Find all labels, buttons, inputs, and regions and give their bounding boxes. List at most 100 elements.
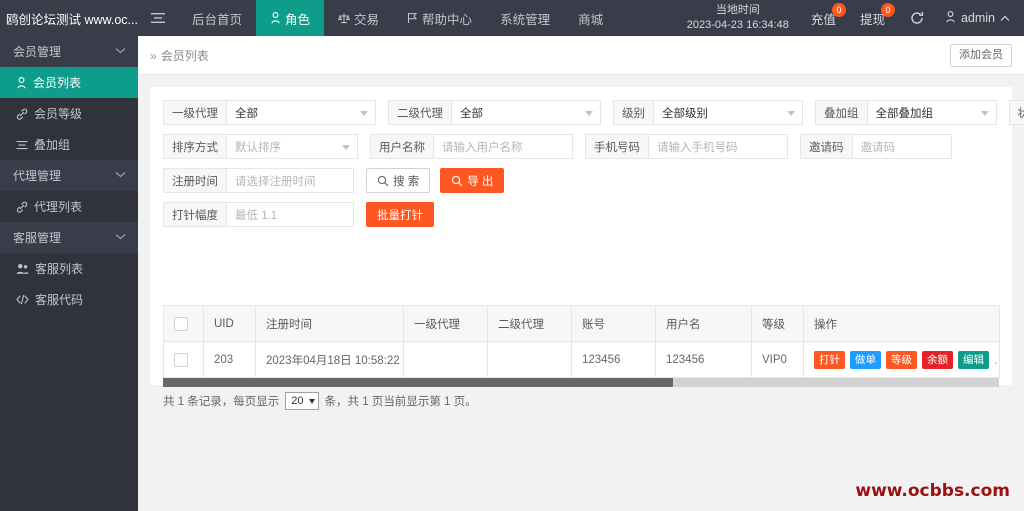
user-menu[interactable]: admin bbox=[937, 0, 1024, 36]
filter-sort-select[interactable]: 默认排序 bbox=[226, 134, 358, 159]
table-header-row: UID 注册时间 一级代理 二级代理 账号 用户名 等级 操作 bbox=[163, 305, 1000, 342]
column-actions[interactable]: 操作 bbox=[803, 305, 1000, 342]
chevron-down-icon bbox=[308, 398, 315, 404]
filter-overlay-group-select[interactable]: 全部叠加组 bbox=[866, 100, 997, 125]
select-all-cell[interactable] bbox=[163, 305, 204, 342]
filter-invite-code: 邀请码 邀请码 bbox=[800, 134, 952, 159]
app-root: 鸥创论坛测试 www.oc... 后台首页 角色 交易 帮助中心 系统管理 商城… bbox=[0, 0, 1024, 511]
nav-item-role[interactable]: 角色 bbox=[256, 0, 325, 36]
sidebar-item-overlay-group[interactable]: 叠加组 bbox=[0, 129, 138, 160]
cell-agent2 bbox=[487, 341, 572, 378]
filter-level-label: 级别 bbox=[613, 100, 653, 125]
sidebar-item-member-list[interactable]: 会员列表 bbox=[0, 67, 138, 98]
filter-status: 状态 所有状态 bbox=[1008, 100, 1024, 125]
nav-item-trade[interactable]: 交易 bbox=[324, 0, 393, 36]
filter-level-select[interactable]: 全部级别 bbox=[653, 100, 803, 125]
column-agent1[interactable]: 一级代理 bbox=[403, 305, 488, 342]
table-scroll-thumb[interactable] bbox=[163, 378, 673, 387]
hamburger-icon[interactable] bbox=[138, 0, 178, 36]
main-content: » 会员列表 添加会员 一级代理 全部 二级代理 全部 级别 全部级别 叠加组 … bbox=[138, 36, 1024, 511]
table-horizontal-scrollbar[interactable] bbox=[163, 378, 999, 387]
add-member-button[interactable]: 添加会员 bbox=[950, 44, 1012, 67]
column-account[interactable]: 账号 bbox=[571, 305, 656, 342]
pagination-prefix: 共 1 条记录，每页显示 bbox=[163, 396, 280, 408]
row-select-cell[interactable] bbox=[163, 341, 204, 378]
recharge-button[interactable]: 充值 0 bbox=[799, 0, 848, 36]
action-level-button[interactable]: 等级 bbox=[886, 350, 917, 369]
export-button[interactable]: 导 出 bbox=[440, 168, 505, 193]
page-size-value: 20 bbox=[291, 395, 304, 407]
top-nav-items: 后台首页 角色 交易 帮助中心 系统管理 商城 bbox=[178, 0, 617, 36]
filter-overlay-group: 叠加组 全部叠加组 bbox=[815, 100, 997, 125]
nav-item-help[interactable]: 帮助中心 bbox=[393, 0, 486, 36]
filter-reg-time-input[interactable]: 请选择注册时间 bbox=[226, 168, 354, 193]
action-more-button[interactable]: ... bbox=[994, 353, 999, 367]
filter-phone-label: 手机号码 bbox=[585, 134, 648, 159]
refresh-icon[interactable] bbox=[897, 0, 937, 36]
action-make-order-button[interactable]: 做单 bbox=[850, 350, 881, 369]
top-navigation-bar: 鸥创论坛测试 www.oc... 后台首页 角色 交易 帮助中心 系统管理 商城… bbox=[0, 0, 1024, 36]
sidebar-item-support-list[interactable]: 客服列表 bbox=[0, 253, 138, 284]
sidebar-item-agent-list[interactable]: 代理列表 bbox=[0, 191, 138, 222]
breadcrumb-arrow: » bbox=[150, 48, 157, 63]
breadcrumb-text: 会员列表 bbox=[160, 48, 209, 63]
batch-injection-button[interactable]: 批量打针 bbox=[366, 202, 434, 227]
search-button[interactable]: 搜 索 bbox=[366, 168, 431, 193]
column-username[interactable]: 用户名 bbox=[655, 305, 752, 342]
filter-sort-label: 排序方式 bbox=[163, 134, 226, 159]
cell-actions: 打针做单等级余额编辑... bbox=[803, 341, 1000, 378]
nav-item-home[interactable]: 后台首页 bbox=[178, 0, 256, 36]
sidebar-group-support[interactable]: 客服管理 bbox=[0, 222, 138, 253]
filter-level: 级别 全部级别 bbox=[613, 100, 803, 125]
filter-row-3: 注册时间 请选择注册时间 搜 索 导 出 bbox=[163, 168, 1012, 193]
filter-agent1-select[interactable]: 全部 bbox=[226, 100, 376, 125]
filter-reg-time-label: 注册时间 bbox=[163, 168, 226, 193]
filter-row-2: 排序方式 默认排序 用户名称 请输入用户名称 手机号码 请输入手机号码 邀请码 … bbox=[163, 134, 1012, 159]
list-icon bbox=[16, 139, 28, 151]
filter-username-input[interactable]: 请输入用户名称 bbox=[433, 134, 573, 159]
table-row[interactable]: 203 2023年04月18日 10:58:22 123456 123456 V… bbox=[163, 341, 1000, 378]
search-icon bbox=[377, 175, 389, 187]
sidebar-group-member-label: 会员管理 bbox=[13, 45, 62, 59]
column-reg-time[interactable]: 注册时间 bbox=[255, 305, 404, 342]
action-balance-button[interactable]: 余额 bbox=[922, 350, 953, 369]
filter-sort-value: 默认排序 bbox=[235, 141, 281, 154]
batch-injection-button-label: 批量打针 bbox=[377, 209, 423, 222]
sidebar-item-member-level[interactable]: 会员等级 bbox=[0, 98, 138, 129]
chevron-down-icon bbox=[980, 110, 989, 116]
withdraw-badge: 0 bbox=[880, 3, 895, 17]
filter-form: 一级代理 全部 二级代理 全部 级别 全部级别 叠加组 全部叠加组 状 排序方式… bbox=[150, 87, 1024, 227]
sidebar-group-agent[interactable]: 代理管理 bbox=[0, 160, 138, 191]
nav-item-shop[interactable]: 商城 bbox=[564, 0, 617, 36]
sidebar-item-support-code[interactable]: 客服代码 bbox=[0, 284, 138, 315]
page-size-select[interactable]: 20 bbox=[285, 392, 319, 410]
chevron-down-icon bbox=[342, 144, 350, 150]
column-agent2[interactable]: 二级代理 bbox=[487, 305, 572, 342]
export-button-label: 导 出 bbox=[467, 175, 494, 188]
sidebar-item-member-list-label: 会员列表 bbox=[33, 76, 82, 90]
filter-row-4: 打针幅度 最低 1.1 批量打针 bbox=[163, 202, 1012, 227]
filter-phone-input[interactable]: 请输入手机号码 bbox=[648, 134, 788, 159]
search-button-label: 搜 索 bbox=[393, 175, 420, 188]
watermark: www.ocbbs.com bbox=[855, 481, 1010, 501]
sidebar-group-member[interactable]: 会员管理 bbox=[0, 36, 138, 67]
filter-agent2-select[interactable]: 全部 bbox=[451, 100, 601, 125]
brand-title: 鸥创论坛测试 www.oc... bbox=[6, 12, 138, 27]
filter-injection-range-input[interactable]: 最低 1.1 bbox=[226, 202, 354, 227]
action-edit-button[interactable]: 编辑 bbox=[958, 350, 989, 369]
filter-injection-range-label: 打针幅度 bbox=[163, 202, 226, 227]
row-checkbox[interactable] bbox=[174, 352, 188, 367]
local-time-label: 当地时间 bbox=[715, 4, 760, 17]
withdraw-button[interactable]: 提现 0 bbox=[848, 0, 897, 36]
filter-overlay-group-value: 全部叠加组 bbox=[875, 107, 934, 120]
filter-row-1: 一级代理 全部 二级代理 全部 级别 全部级别 叠加组 全部叠加组 状 bbox=[163, 100, 1024, 125]
cell-agent1 bbox=[403, 341, 488, 378]
column-level[interactable]: 等级 bbox=[751, 305, 804, 342]
nav-item-system[interactable]: 系统管理 bbox=[486, 0, 564, 36]
action-injection-button[interactable]: 打针 bbox=[814, 350, 845, 369]
column-uid[interactable]: UID bbox=[203, 305, 256, 342]
member-list-panel: 一级代理 全部 二级代理 全部 级别 全部级别 叠加组 全部叠加组 状 排序方式… bbox=[150, 87, 1024, 410]
select-all-checkbox[interactable] bbox=[174, 316, 188, 331]
nav-item-help-label: 帮助中心 bbox=[422, 12, 473, 27]
filter-invite-code-input[interactable]: 邀请码 bbox=[851, 134, 952, 159]
